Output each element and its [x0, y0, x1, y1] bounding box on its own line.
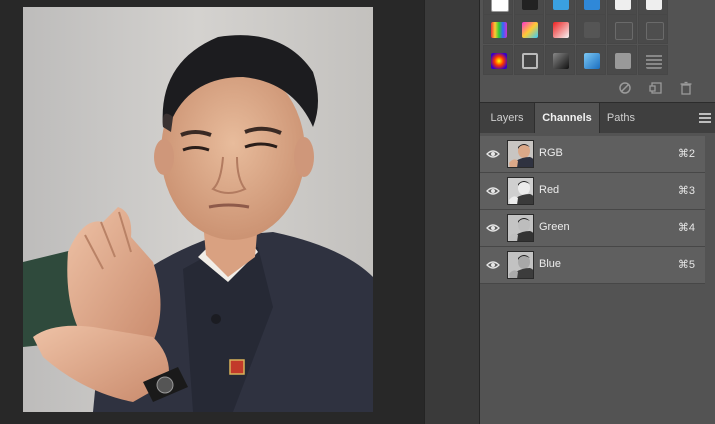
eye-icon[interactable]	[486, 149, 500, 159]
style-swatch-fill	[584, 22, 600, 38]
style-swatch-fill	[491, 22, 507, 38]
style-swatch[interactable]	[514, 14, 544, 44]
style-swatch[interactable]	[483, 14, 513, 44]
style-swatch-fill	[491, 53, 507, 69]
right-panel: Layers Channels Paths RGB ⌘2 Red ⌘3 Gree…	[480, 0, 715, 424]
channel-shortcut: ⌘4	[677, 222, 695, 234]
tab-layers[interactable]: Layers	[480, 103, 534, 133]
eye-icon[interactable]	[486, 260, 500, 270]
style-swatch-fill	[615, 0, 631, 10]
style-swatch-fill	[522, 22, 538, 38]
style-swatch-fill	[584, 0, 600, 10]
eye-icon[interactable]	[486, 223, 500, 233]
style-swatch[interactable]	[483, 45, 513, 75]
channel-row-green[interactable]: Green ⌘4	[480, 210, 705, 247]
channel-name: Green	[539, 221, 570, 233]
style-swatch-fill	[584, 53, 600, 69]
channel-row-blue[interactable]: Blue ⌘5	[480, 247, 705, 284]
portrait-photo[interactable]	[23, 7, 373, 412]
style-swatch-fill	[553, 53, 569, 69]
style-swatch[interactable]	[638, 14, 668, 44]
portrait-image	[23, 7, 373, 412]
tab-paths[interactable]: Paths	[598, 103, 644, 133]
style-swatch-fill	[646, 22, 664, 40]
scrollbar[interactable]	[705, 136, 715, 424]
styles-footer	[480, 76, 715, 102]
panel-menu-icon[interactable]	[699, 113, 711, 123]
style-swatch-fill	[615, 22, 633, 40]
style-swatch-fill	[553, 22, 569, 38]
panel-divider	[424, 0, 480, 424]
style-swatch[interactable]	[638, 45, 668, 75]
tab-channels[interactable]: Channels	[534, 103, 600, 133]
styles-grid	[480, 0, 715, 76]
style-swatch[interactable]	[576, 14, 606, 44]
style-swatch[interactable]	[607, 14, 637, 44]
channel-shortcut: ⌘3	[677, 185, 695, 197]
channel-thumbnail	[507, 251, 534, 279]
style-swatch-fill	[491, 0, 509, 12]
channel-list: RGB ⌘2 Red ⌘3 Green ⌘4 Blue ⌘5	[480, 136, 705, 284]
channel-thumbnail	[507, 214, 534, 242]
style-swatch[interactable]	[576, 45, 606, 75]
style-swatch-fill	[646, 0, 662, 10]
divider-edge	[424, 0, 425, 424]
panel-tabs: Layers Channels Paths	[480, 102, 715, 133]
channel-thumbnail	[507, 177, 534, 205]
style-swatch-fill	[646, 53, 662, 69]
style-swatch-fill	[615, 53, 631, 69]
style-swatch[interactable]	[545, 14, 575, 44]
channel-name: Blue	[539, 258, 562, 270]
style-swatch[interactable]	[514, 45, 544, 75]
style-swatch[interactable]	[607, 45, 637, 75]
channel-name: RGB	[539, 147, 563, 159]
no-entry-icon[interactable]	[617, 81, 633, 97]
channel-shortcut: ⌘2	[677, 148, 695, 160]
channel-shortcut: ⌘5	[677, 259, 695, 271]
channel-name: Red	[539, 184, 560, 196]
channel-row-rgb[interactable]: RGB ⌘2	[480, 136, 705, 173]
eye-icon[interactable]	[486, 186, 500, 196]
trash-icon[interactable]	[678, 81, 694, 97]
channel-row-red[interactable]: Red ⌘3	[480, 173, 705, 210]
style-swatch-fill	[553, 0, 569, 10]
new-item-icon[interactable]	[648, 81, 664, 97]
style-swatch[interactable]	[545, 45, 575, 75]
style-swatch-fill	[522, 53, 538, 69]
document-canvas[interactable]	[0, 0, 424, 424]
channel-thumbnail	[507, 140, 534, 168]
style-swatch-fill	[522, 0, 538, 10]
